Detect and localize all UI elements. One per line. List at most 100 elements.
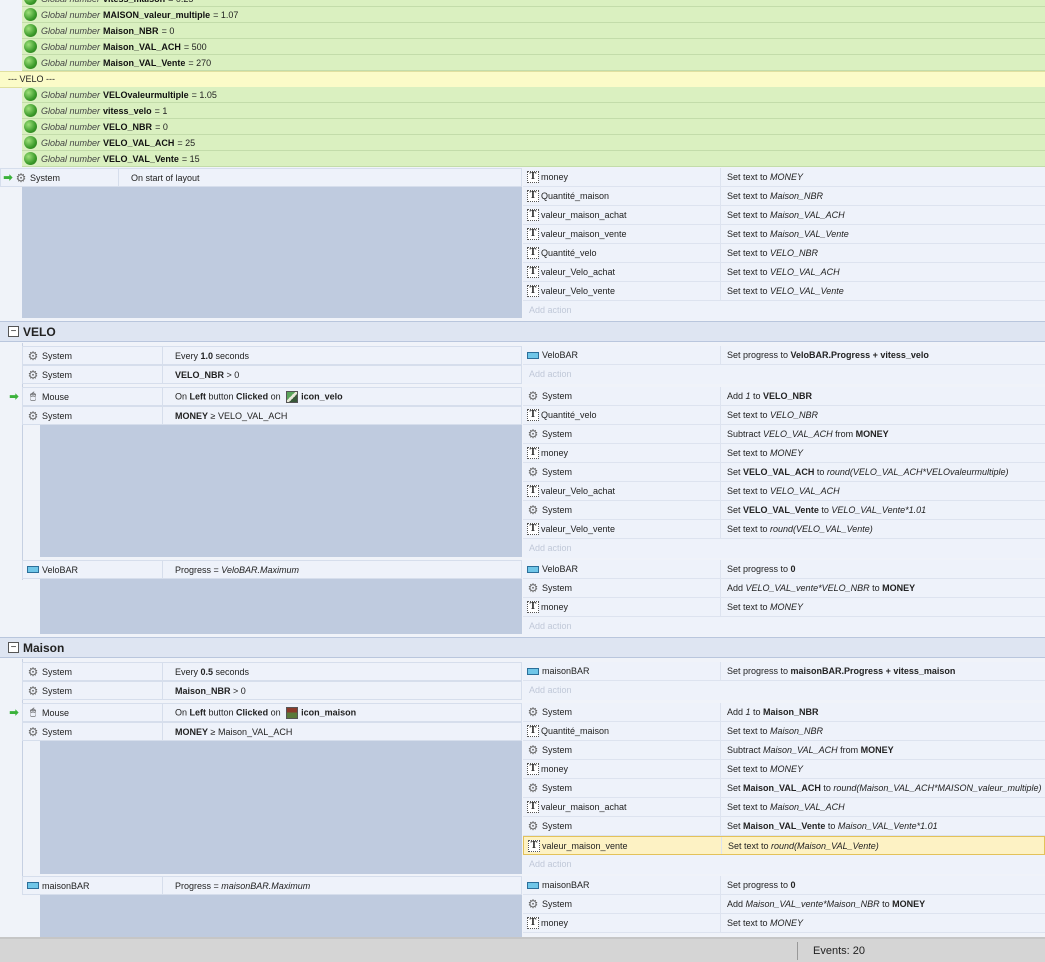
add-action-link[interactable]: Add action <box>523 301 1045 320</box>
condition-row[interactable]: VeloBAR Progress = VeloBAR.Maximum <box>22 560 522 579</box>
condition-object: ⚙ System <box>23 407 163 424</box>
condition-row[interactable]: ⚙ System MONEY ≥ Maison_VAL_ACH <box>22 722 522 741</box>
global-variable-row[interactable]: Global numbervitess_maison= 0.25 <box>22 0 1045 7</box>
action-object-name: System <box>542 391 573 401</box>
action-row[interactable]: Tvaleur_Velo_achat Set text to VELO_VAL_A… <box>523 482 1045 501</box>
action-row[interactable]: Tmoney Set text to MONEY <box>523 760 1045 779</box>
sprite-icon <box>286 706 299 719</box>
global-variable-row[interactable]: Global number vitess_velo = 1 <box>22 103 1045 119</box>
add-action-link[interactable]: Add action <box>523 365 1045 384</box>
global-variable-row[interactable]: Global number Maison_VAL_ACH = 500 <box>22 39 1045 55</box>
progressbar-icon <box>527 881 539 889</box>
action-row[interactable]: Tvaleur_maison_vente Set text to round(Ma… <box>523 836 1045 855</box>
action-row[interactable]: ⚙ System Set Maison_VAL_ACH to round(Maiso… <box>523 779 1045 798</box>
text-object-icon: T <box>527 171 539 183</box>
condition-object-name: Mouse <box>42 707 70 718</box>
condition-object-name: System <box>42 685 73 696</box>
comment-velo[interactable]: --- VELO --- <box>0 71 1045 88</box>
action-object-name: System <box>542 821 573 831</box>
progressbar-icon <box>27 566 39 573</box>
action-row[interactable]: Tmoney Set text to MONEY <box>523 444 1045 463</box>
global-variable-row[interactable]: Global number VELO_VAL_ACH = 25 <box>22 135 1045 151</box>
action-text: Subtract VELO_VAL_ACH from MONEY <box>727 429 889 439</box>
action-row[interactable]: ⚙ System Add VELO_VAL_vente*VELO_NBR to MO… <box>523 579 1045 598</box>
action-object: ⚙ System <box>523 895 721 913</box>
action-row[interactable]: T Quantité_velo Set text to VELO_NBR <box>523 406 1045 425</box>
collapse-toggle[interactable]: − <box>8 642 19 653</box>
action-row[interactable]: ⚙ System Set VELO_VAL_Vente to VELO_VAL_Ve… <box>523 501 1045 520</box>
action-text: Set progress to 0 <box>727 564 796 574</box>
condition-row[interactable]: ➡ 🖱 Mouse On Left button Clicked on icon_ma… <box>9 703 522 722</box>
condition-row[interactable]: ⚙ System Maison_NBR > 0 <box>22 681 522 700</box>
add-action-link[interactable]: Add action <box>523 681 1045 700</box>
text-object-icon: T <box>527 228 539 240</box>
action-row[interactable]: T Quantité_velo Set text to VELO_NBR <box>523 244 1045 263</box>
event-start-condition[interactable]: ➡ ⚙ System On start of layout <box>0 168 522 187</box>
action-object-name: Quantité_maison <box>541 726 610 736</box>
progressbar-icon <box>527 351 539 359</box>
event-block-background <box>40 894 522 937</box>
action-text: Set text to Maison_NBR <box>727 726 824 736</box>
action-row[interactable]: Tvaleur_Velo_achat Set text to VELO_VAL_A… <box>523 263 1045 282</box>
action-row[interactable]: T Quantité_maison Set text to Maison_NBR <box>523 187 1045 206</box>
group-title: VELO <box>23 324 56 339</box>
action-row[interactable]: Tmoney Set text to MONEY <box>523 598 1045 617</box>
action-row[interactable]: maisonBAR Set progress to 0 <box>523 876 1045 895</box>
gear-icon: ⚙ <box>27 724 39 739</box>
condition-object: System <box>30 172 61 183</box>
global-variable-row[interactable]: Global number MAISON_valeur_multiple = 1.0… <box>22 7 1045 23</box>
action-row[interactable]: ⚙ System Set Maison_VAL_Vente to Maison_VA… <box>523 817 1045 836</box>
action-row[interactable]: Tvaleur_Velo_vente Set text to VELO_VAL_V… <box>523 282 1045 301</box>
action-row[interactable]: ⚙ System Subtract VELO_VAL_ACH from MONEY <box>523 425 1045 444</box>
action-object-name: valeur_Velo_achat <box>541 486 616 496</box>
action-row[interactable]: ⚙ System Add Maison_VAL_vente*Maison_NBR t… <box>523 895 1045 914</box>
action-row[interactable]: maisonBAR Set progress to maisonBAR.Progr… <box>523 662 1045 681</box>
add-action-link[interactable]: Add action <box>523 855 1045 874</box>
progressbar-icon <box>27 882 39 889</box>
action-row[interactable]: ⚙ System Subtract Maison_VAL_ACH from MONE… <box>523 741 1045 760</box>
action-object-name: valeur_maison_vente <box>541 229 627 239</box>
group-maison[interactable]: − Maison <box>0 637 1045 658</box>
action-row[interactable]: Tvaleur_maison_vente Set text to Maison_V… <box>523 225 1045 244</box>
condition-object: VeloBAR <box>23 561 163 578</box>
action-row[interactable]: Tvaleur_Velo_vente Set text to round(VELO… <box>523 520 1045 539</box>
gear-icon: ⚙ <box>527 503 539 517</box>
global-variable-row[interactable]: Global number VELO_VAL_Vente = 15 <box>22 151 1045 167</box>
condition-row[interactable]: ⚙ System Every 0.5 seconds <box>22 662 522 681</box>
action-row[interactable]: ⚙ System Set VELO_VAL_ACH to round(VELO_VA… <box>523 463 1045 482</box>
global-variable-row[interactable]: Global number VELOvaleurmultiple = 1.05 <box>22 87 1045 103</box>
global-variable-row[interactable]: Global number Maison_NBR = 0 <box>22 23 1045 39</box>
action-row[interactable]: Tmoney Set text to MONEY <box>523 168 1045 187</box>
text-object-icon: T <box>527 209 539 221</box>
action-row[interactable]: Tvaleur_maison_achat Set text to Maison_V… <box>523 798 1045 817</box>
condition-row[interactable]: ⚙ System MONEY ≥ VELO_VAL_ACH <box>22 406 522 425</box>
action-row[interactable]: ⚙ System Add 1 to Maison_NBR <box>523 703 1045 722</box>
condition-object: ⚙ System <box>23 682 163 699</box>
condition-row[interactable]: ⚙ System VELO_NBR > 0 <box>22 365 522 384</box>
action-object-name: Quantité_velo <box>541 248 597 258</box>
action-row[interactable]: ⚙ System Add 1 to VELO_NBR <box>523 387 1045 406</box>
action-object-name: valeur_maison_vente <box>542 840 628 851</box>
condition-row[interactable]: ⚙ System Every 1.0 seconds <box>22 346 522 365</box>
action-row[interactable]: Tmoney Set text to MONEY <box>523 914 1045 933</box>
action-text: Set progress to 0 <box>727 880 796 890</box>
condition-row[interactable]: maisonBAR Progress = maisonBAR.Maximum <box>22 876 522 895</box>
group-title: Maison <box>23 640 65 655</box>
global-variable-row[interactable]: Global number VELO_NBR = 0 <box>22 119 1045 135</box>
action-row[interactable]: VeloBAR Set progress to 0 <box>523 560 1045 579</box>
condition-row[interactable]: ➡ 🖱 Mouse On Left button Clicked on icon_ve… <box>9 387 522 406</box>
action-row[interactable]: VeloBAR Set progress to VeloBAR.Progress … <box>523 346 1045 365</box>
collapse-toggle[interactable]: − <box>8 326 19 337</box>
variable-value: = 270 <box>188 57 212 68</box>
action-row[interactable]: T Quantité_maison Set text to Maison_NBR <box>523 722 1045 741</box>
add-action-link[interactable]: Add action <box>523 617 1045 636</box>
action-object-name: Quantité_maison <box>541 191 610 201</box>
variable-value: = 0 <box>161 25 175 36</box>
add-action-link[interactable]: Add action <box>523 539 1045 558</box>
global-variable-row[interactable]: Global number Maison_VAL_Vente = 270 <box>22 55 1045 71</box>
variable-value: = 1 <box>154 105 168 116</box>
text-object-icon: T <box>527 485 539 497</box>
group-velo[interactable]: − VELO <box>0 321 1045 342</box>
action-row[interactable]: Tvaleur_maison_achat Set text to Maison_V… <box>523 206 1045 225</box>
action-object-name: Quantité_velo <box>541 410 597 420</box>
